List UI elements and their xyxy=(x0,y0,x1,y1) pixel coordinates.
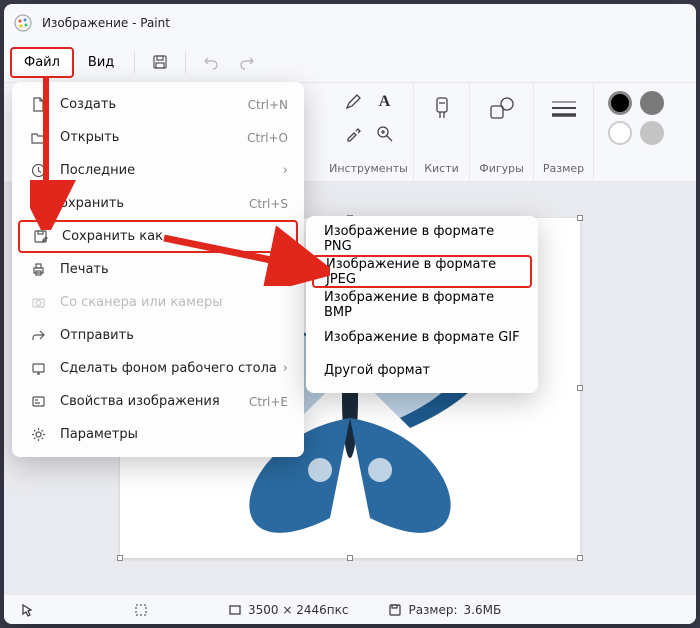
shapes-icon[interactable] xyxy=(484,91,520,127)
gear-icon xyxy=(28,427,48,442)
separator xyxy=(134,51,135,73)
ribbon-label: Кисти xyxy=(424,162,459,175)
menu-item-save[interactable]: охранить Ctrl+S xyxy=(18,187,298,220)
statusbar: 3500 × 2446пкс Размер: 3.6МБ xyxy=(4,594,696,624)
properties-icon xyxy=(28,394,48,409)
titlebar: Изображение - Paint xyxy=(4,4,696,42)
chevron-right-icon: › xyxy=(283,262,288,277)
color-primary[interactable] xyxy=(608,91,632,115)
eyedropper-icon[interactable] xyxy=(342,123,364,145)
undo-button[interactable] xyxy=(194,47,228,77)
size-icon[interactable] xyxy=(546,91,582,127)
canvas-dimensions: 3500 × 2446пкс xyxy=(228,603,348,617)
ribbon-group-tools: A Инструменты xyxy=(324,83,414,181)
selection-indicator xyxy=(134,603,148,617)
menu-item-settings[interactable]: Параметры xyxy=(18,418,298,451)
menubar: Файл Вид xyxy=(4,42,696,82)
text-icon[interactable]: A xyxy=(374,91,396,113)
menu-item-wallpaper[interactable]: Сделать фоном рабочего стола › xyxy=(18,352,298,385)
submenu-item-bmp[interactable]: Изображение в формате BMP xyxy=(312,288,532,321)
submenu-item-jpeg[interactable]: Изображение в формате JPEG xyxy=(312,255,532,288)
menu-file[interactable]: Файл xyxy=(10,47,74,78)
menu-item-recent[interactable]: Последние › xyxy=(18,154,298,187)
brush-icon[interactable] xyxy=(424,91,460,127)
submenu-item-gif[interactable]: Изображение в формате GIF xyxy=(312,321,532,354)
window-title: Изображение - Paint xyxy=(42,16,170,30)
menu-item-properties[interactable]: Свойства изображения Ctrl+E xyxy=(18,385,298,418)
new-file-icon xyxy=(28,97,48,112)
desktop-icon xyxy=(28,361,48,376)
submenu-item-other[interactable]: Другой формат xyxy=(312,354,532,387)
submenu-item-png[interactable]: Изображение в формате PNG xyxy=(312,222,532,255)
file-menu: Создать Ctrl+N Открыть Ctrl+O Последние … xyxy=(12,82,304,457)
folder-open-icon xyxy=(28,130,48,145)
file-size: Размер: 3.6МБ xyxy=(388,603,501,617)
menu-item-new[interactable]: Создать Ctrl+N xyxy=(18,88,298,121)
ribbon-label: Фигуры xyxy=(479,162,524,175)
print-icon xyxy=(28,262,48,277)
cursor-tool-indicator xyxy=(20,603,34,617)
chevron-right-icon: › xyxy=(281,229,286,244)
color-swatch[interactable] xyxy=(640,121,664,145)
magnify-icon[interactable] xyxy=(374,123,396,145)
chevron-right-icon: › xyxy=(283,361,288,376)
ribbon-group-brushes: Кисти xyxy=(414,83,470,181)
paint-app-icon xyxy=(14,14,32,32)
share-icon xyxy=(28,328,48,343)
color-secondary[interactable] xyxy=(608,121,632,145)
camera-icon xyxy=(28,295,48,310)
save-as-submenu: Изображение в формате PNG Изображение в … xyxy=(306,216,538,393)
menu-item-print[interactable]: Печать › xyxy=(18,253,298,286)
ribbon-group-shapes: Фигуры xyxy=(470,83,534,181)
save-as-icon xyxy=(30,229,50,244)
ribbon-group-colors xyxy=(594,83,678,181)
redo-button[interactable] xyxy=(230,47,264,77)
chevron-right-icon: › xyxy=(283,163,288,178)
pencil-icon[interactable] xyxy=(342,91,364,113)
menu-item-open[interactable]: Открыть Ctrl+O xyxy=(18,121,298,154)
save-icon xyxy=(28,196,48,211)
color-swatch[interactable] xyxy=(640,91,664,115)
separator xyxy=(185,51,186,73)
ribbon-label: Инструменты xyxy=(329,162,408,175)
menu-view[interactable]: Вид xyxy=(76,49,126,76)
menu-item-save-as[interactable]: Сохранить как › xyxy=(18,220,298,253)
ribbon-label: Размер xyxy=(543,162,584,175)
clock-icon xyxy=(28,163,48,178)
menu-item-send[interactable]: Отправить xyxy=(18,319,298,352)
save-button[interactable] xyxy=(143,47,177,77)
menu-item-scanner: Со сканера или камеры xyxy=(18,286,298,319)
ribbon-group-size: Размер xyxy=(534,83,594,181)
